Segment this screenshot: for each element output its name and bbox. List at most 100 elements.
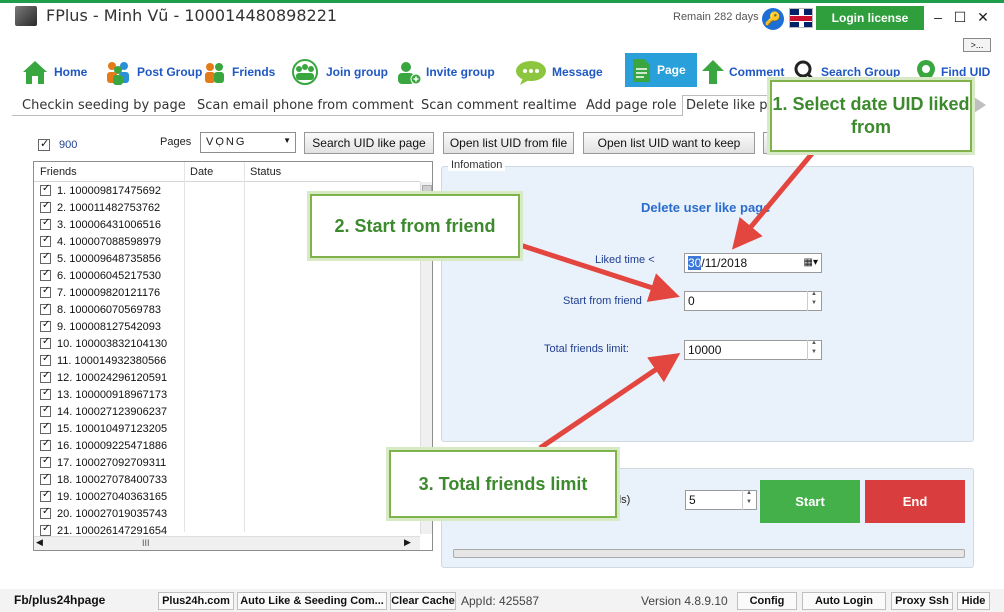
clear-cache-button[interactable]: Clear Cache xyxy=(390,592,456,610)
row-checkbox[interactable] xyxy=(40,200,51,213)
row-checkbox[interactable] xyxy=(40,285,51,298)
friends-icon xyxy=(205,63,224,83)
nav-label-comment: Comment xyxy=(729,65,785,79)
list-item[interactable]: 8. 100006070569783 xyxy=(34,302,419,319)
list-item[interactable]: 14. 100027123906237 xyxy=(34,404,419,421)
row-checkbox[interactable] xyxy=(40,183,51,196)
row-checkbox[interactable] xyxy=(40,268,51,281)
start-from-friend-input[interactable]: 0 xyxy=(684,291,822,311)
key-icon[interactable]: 🔑 xyxy=(762,8,784,30)
row-checkbox[interactable] xyxy=(40,234,51,247)
row-checkbox[interactable] xyxy=(40,251,51,264)
total-friends-limit-input[interactable]: 10000 xyxy=(684,340,822,360)
people-group-icon xyxy=(107,62,129,85)
subtab-scan-email-phone[interactable]: Scan email phone from comment xyxy=(197,98,414,115)
auto-like-seeding-button[interactable]: Auto Like & Seeding Com... xyxy=(237,592,387,610)
row-checkbox[interactable] xyxy=(40,438,51,451)
row-checkbox[interactable] xyxy=(40,523,51,536)
scroll-left-icon[interactable]: ◀ xyxy=(36,537,43,548)
subtab-scroll-right-icon[interactable] xyxy=(974,97,986,113)
friend-uid: 2. 100011482753762 xyxy=(57,202,161,214)
row-checkbox[interactable] xyxy=(40,506,51,519)
list-item[interactable]: 10. 100003832104130 xyxy=(34,336,419,353)
search-uid-like-page-button[interactable]: Search UID like page xyxy=(304,132,434,154)
scroll-grip[interactable]: III xyxy=(142,538,150,548)
list-item[interactable]: 19. 100027040363165 xyxy=(34,489,419,506)
config-button[interactable]: Config xyxy=(737,592,797,610)
nav-join-group[interactable]: Join group xyxy=(288,56,388,88)
nav-label-invite-group: Invite group xyxy=(426,65,495,79)
join-group-icon xyxy=(292,59,318,85)
login-license-button[interactable]: Login license xyxy=(816,6,924,30)
row-checkbox[interactable] xyxy=(40,472,51,485)
list-item[interactable]: 7. 100009820121176 xyxy=(34,285,419,302)
nav-invite-group[interactable]: Invite group xyxy=(394,56,495,88)
information-legend: Infomation xyxy=(448,159,506,171)
friend-uid: 1. 100009817475692 xyxy=(57,185,161,197)
nav-friends[interactable]: Friends xyxy=(202,56,275,88)
row-checkbox[interactable] xyxy=(40,489,51,502)
hide-button[interactable]: Hide xyxy=(957,592,990,610)
subtab-scan-comment-realtime[interactable]: Scan comment realtime xyxy=(421,98,577,115)
row-checkbox[interactable] xyxy=(40,370,51,383)
list-item[interactable]: 6. 100006045217530 xyxy=(34,268,419,285)
subtab-checkin-seeding[interactable]: Checkin seeding by page xyxy=(22,98,186,115)
nav-label-find-uid: Find UID xyxy=(941,65,991,79)
calendar-icon[interactable]: ▦▾ xyxy=(804,254,818,272)
row-checkbox[interactable] xyxy=(40,455,51,468)
nav-home[interactable]: Home xyxy=(20,56,87,88)
nav-label-page: Page xyxy=(657,63,686,77)
facebook-page-link[interactable]: Fb/plus24hpage xyxy=(14,593,105,607)
subtab-add-page-role[interactable]: Add page role xyxy=(586,98,677,115)
row-checkbox[interactable] xyxy=(40,217,51,230)
total-limit-stepper[interactable] xyxy=(807,340,821,360)
row-checkbox[interactable] xyxy=(40,319,51,332)
pages-select[interactable]: VỌNG ▼ xyxy=(200,132,296,153)
row-checkbox[interactable] xyxy=(40,302,51,315)
invite-user-icon xyxy=(398,62,422,85)
open-list-uid-keep-button[interactable]: Open list UID want to keep xyxy=(583,132,755,154)
liked-time-datepicker[interactable]: 30/11/2018 ▦▾ xyxy=(684,253,822,273)
select-all-checkbox[interactable] xyxy=(38,137,50,151)
list-item[interactable]: 11. 100014932380566 xyxy=(34,353,419,370)
list-item[interactable]: 9. 100008127542093 xyxy=(34,319,419,336)
more-options-button[interactable]: >... xyxy=(963,38,991,52)
subtab-delete-like-page[interactable]: Delete like page xyxy=(686,98,770,115)
minimize-icon[interactable]: – xyxy=(927,6,949,28)
list-item[interactable]: 15. 100010497123205 xyxy=(34,421,419,438)
row-checkbox[interactable] xyxy=(40,387,51,400)
list-item[interactable]: 18. 100027078400733 xyxy=(34,472,419,489)
uk-flag-language-icon[interactable] xyxy=(789,8,813,28)
end-button[interactable]: End xyxy=(865,480,965,523)
column-date[interactable]: Date xyxy=(190,166,213,178)
list-item[interactable]: 13. 100000918967173 xyxy=(34,387,419,404)
row-checkbox[interactable] xyxy=(40,404,51,417)
list-item[interactable]: 12. 100024296120591 xyxy=(34,370,419,387)
nav-page[interactable]: Page xyxy=(625,53,697,87)
column-status[interactable]: Status xyxy=(250,166,281,178)
list-item[interactable]: 17. 100027092709311 xyxy=(34,455,419,472)
plus24h-link-button[interactable]: Plus24h.com xyxy=(158,592,234,610)
friend-uid: 9. 100008127542093 xyxy=(57,321,161,333)
row-checkbox[interactable] xyxy=(40,421,51,434)
nav-post-group[interactable]: Post Group xyxy=(103,56,202,88)
close-icon[interactable]: ✕ xyxy=(972,6,994,28)
column-friends[interactable]: Friends xyxy=(40,166,77,178)
row-checkbox[interactable] xyxy=(40,336,51,349)
open-list-uid-file-button[interactable]: Open list UID from file xyxy=(443,132,574,154)
nav-label-message: Message xyxy=(552,65,603,79)
delay-stepper[interactable] xyxy=(742,490,756,510)
list-item[interactable]: 20. 100027019035743 xyxy=(34,506,419,523)
pages-select-value: VỌNG xyxy=(206,136,247,148)
start-button[interactable]: Start xyxy=(760,480,860,523)
scroll-right-icon[interactable]: ▶ xyxy=(404,537,411,548)
start-from-stepper[interactable] xyxy=(807,291,821,311)
nav-message[interactable]: Message xyxy=(514,56,603,88)
row-checkbox[interactable] xyxy=(40,353,51,366)
auto-login-button[interactable]: Auto Login xyxy=(802,592,886,610)
horizontal-scrollbar[interactable]: ◀ III ▶ xyxy=(34,536,420,550)
maximize-icon[interactable]: ☐ xyxy=(949,6,971,28)
friend-uid: 15. 100010497123205 xyxy=(57,423,168,435)
list-item[interactable]: 16. 100009225471886 xyxy=(34,438,419,455)
proxy-ssh-button[interactable]: Proxy Ssh xyxy=(891,592,953,610)
